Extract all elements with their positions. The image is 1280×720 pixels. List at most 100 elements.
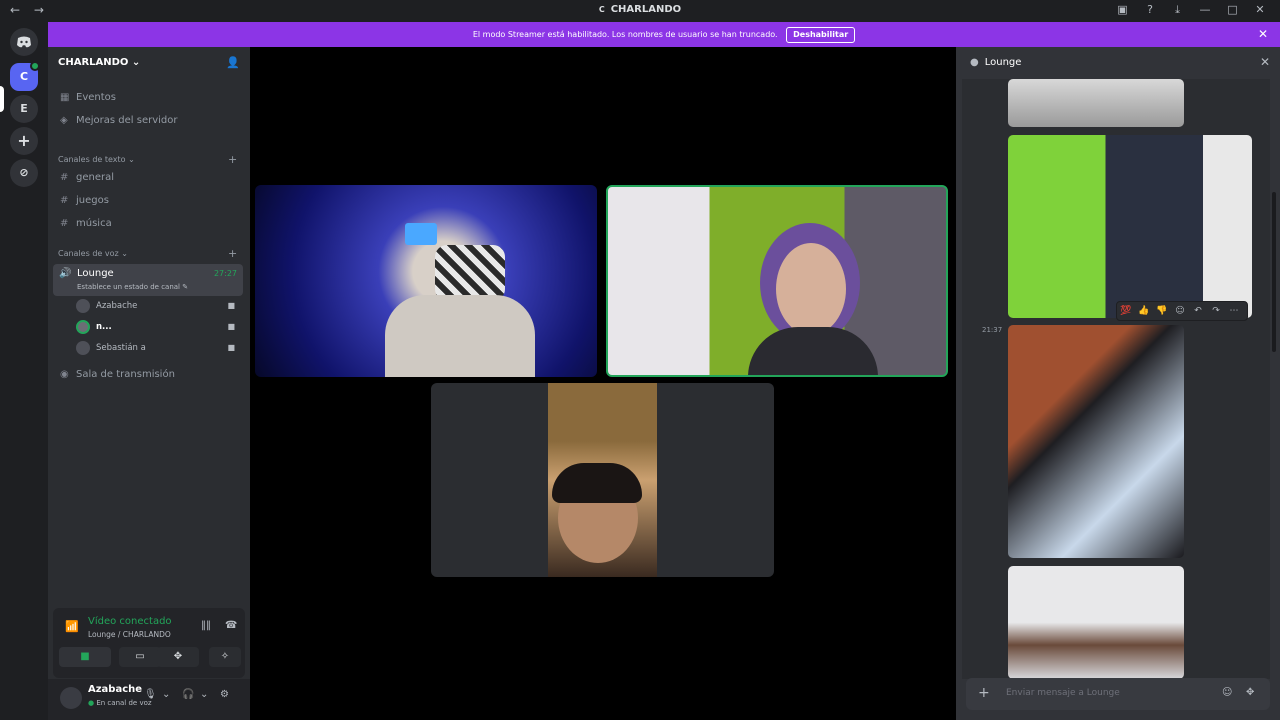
hash-icon: #: [60, 172, 69, 183]
add-attachment-icon[interactable]: +: [978, 685, 990, 701]
add-voice-channel-icon[interactable]: +: [228, 247, 237, 260]
voice-user-name: n...: [96, 322, 112, 332]
minimize-icon[interactable]: —: [1193, 3, 1217, 16]
emoji-icon[interactable]: ☺: [1222, 687, 1232, 698]
inbox-icon[interactable]: ▣: [1111, 3, 1135, 16]
user-status-text: En canal de voz: [96, 699, 152, 707]
speaker-icon: 🔊: [59, 268, 72, 279]
attachment-image[interactable]: [1008, 566, 1184, 679]
download-icon[interactable]: ⤓: [1166, 3, 1190, 17]
boosts-label: Mejoras del servidor: [76, 115, 178, 126]
lounge-timer: 27:27: [213, 269, 237, 278]
avatar[interactable]: [60, 687, 82, 709]
microphone-icon[interactable]: 🎙: [144, 689, 157, 700]
disable-streamer-button[interactable]: Deshabilitar: [786, 27, 856, 43]
voice-channels-category[interactable]: Canales de voz ⌄ +: [58, 247, 237, 260]
text-channels-category[interactable]: Canales de texto ⌄ +: [58, 153, 237, 166]
voice-channel-lounge[interactable]: 🔊 Lounge 27:27 Establece un estado de ca…: [53, 264, 243, 296]
channel-stage[interactable]: ◉ Sala de transmisión: [54, 365, 244, 385]
video-stage: [250, 47, 956, 720]
explore-glyph: ⊘: [19, 166, 29, 179]
add-reaction-icon[interactable]: ☺: [1171, 302, 1189, 320]
explore-icon[interactable]: ⊘: [10, 159, 38, 187]
avatar: [76, 340, 90, 355]
voice-user-name: Sebastián a: [96, 343, 146, 353]
hash-icon: #: [60, 218, 69, 229]
voice-user[interactable]: n... ■: [76, 318, 241, 336]
chat-bubble-icon: ●: [970, 57, 979, 68]
maximize-icon[interactable]: □: [1221, 3, 1245, 16]
pencil-icon: ✎: [182, 283, 189, 291]
channel-sidebar: CHARLANDO ⌄ 👤 ▦ Eventos ◈ Mejoras del serv…: [48, 47, 250, 720]
server-e[interactable]: E: [10, 95, 38, 123]
close-chat-icon[interactable]: ✕: [1260, 55, 1270, 69]
cap-shape: [435, 245, 505, 301]
chevron-down-icon[interactable]: ⌄: [200, 689, 208, 700]
lounge-name: Lounge: [77, 268, 114, 279]
attachment-image[interactable]: [1008, 325, 1184, 558]
title-bar: ← → C CHARLANDO ▣ ? ⤓ — □ ✕: [0, 0, 1280, 22]
hash-icon: #: [60, 195, 69, 206]
forward-icon[interactable]: ↷: [1207, 302, 1225, 320]
chat-panel: ● Lounge ✕ 💯 👍 👎 ☺ ↶ ↷ ⋯ 21:37 + Enviar mensaje…: [956, 47, 1280, 720]
events-label: Eventos: [76, 92, 116, 103]
help-icon[interactable]: ?: [1138, 3, 1162, 16]
channel-general[interactable]: # general: [54, 168, 244, 188]
message-actions-bar: 💯 👍 👎 ☺ ↶ ↷ ⋯: [1116, 301, 1248, 321]
live-badge: [30, 61, 40, 71]
message-feed[interactable]: 💯 👍 👎 ☺ ↶ ↷ ⋯ 21:37: [962, 79, 1270, 679]
add-text-channel-icon[interactable]: +: [228, 153, 237, 166]
camera-icon: ■: [227, 301, 235, 310]
hair-shape: [552, 463, 642, 503]
video-tile-streamer[interactable]: [255, 185, 597, 377]
thumbs-down-icon[interactable]: 👎: [1153, 302, 1171, 320]
channel-status[interactable]: Establece un estado de canal ✎: [77, 283, 188, 291]
channel-general-label: general: [76, 172, 115, 183]
message-input[interactable]: Enviar mensaje a Lounge: [1006, 688, 1120, 698]
reply-icon[interactable]: ↶: [1189, 302, 1207, 320]
camera-icon: ■: [227, 343, 235, 352]
chevron-down-icon[interactable]: ⌄: [162, 689, 170, 700]
voice-connected-subtitle[interactable]: Lounge / CHARLANDO: [88, 630, 171, 639]
invite-icon[interactable]: 👤: [226, 56, 240, 69]
voice-user[interactable]: Sebastián a ■: [76, 339, 241, 357]
channel-musica-label: música: [76, 218, 112, 229]
discord-home-icon[interactable]: [10, 28, 38, 56]
add-server-icon[interactable]: +: [10, 127, 38, 155]
server-header[interactable]: CHARLANDO ⌄ 👤: [48, 47, 250, 79]
text-category-label: Canales de texto: [58, 155, 126, 164]
server-charlando-label: C: [19, 70, 29, 83]
shirt-shape: [748, 327, 878, 375]
headphones-icon[interactable]: 🎧: [182, 689, 194, 700]
active-server-pill: [0, 86, 4, 112]
close-window-icon[interactable]: ✕: [1248, 3, 1272, 16]
reaction-100-icon[interactable]: 💯: [1117, 302, 1135, 320]
gear-icon[interactable]: ⚙: [220, 689, 229, 700]
attachment-image[interactable]: [1008, 135, 1252, 318]
activities-button[interactable]: ✥: [157, 647, 199, 667]
server-charlando[interactable]: C: [10, 61, 40, 91]
server-icon: C: [598, 5, 605, 14]
close-banner-icon[interactable]: ✕: [1258, 22, 1268, 47]
sidebar-item-boosts[interactable]: ◈ Mejoras del servidor: [54, 111, 244, 131]
disconnect-icon[interactable]: ☎: [225, 620, 237, 631]
thumbs-up-icon[interactable]: 👍: [1135, 302, 1153, 320]
chat-scrollbar[interactable]: [1272, 192, 1276, 352]
video-tile-speaking[interactable]: [606, 185, 948, 377]
more-icon[interactable]: ⋯: [1225, 302, 1243, 320]
monitor-light: [405, 223, 437, 245]
voice-status-icon: ●: [88, 699, 95, 707]
camera-icon: ■: [227, 322, 235, 331]
camera-button[interactable]: ■: [59, 647, 111, 667]
channel-juegos[interactable]: # juegos: [54, 191, 244, 211]
channel-musica[interactable]: # música: [54, 214, 244, 234]
voice-user[interactable]: Azabache ■: [76, 297, 241, 315]
soundboard-button[interactable]: ✧: [209, 647, 241, 667]
sidebar-item-events[interactable]: ▦ Eventos: [54, 88, 244, 108]
message-composer[interactable]: + Enviar mensaje a Lounge ☺ ✥: [966, 678, 1270, 710]
video-tile-phone[interactable]: [431, 383, 774, 577]
attachment-image[interactable]: [1008, 79, 1184, 127]
apps-icon[interactable]: ✥: [1246, 687, 1254, 698]
noise-suppression-icon[interactable]: ‖‖: [201, 620, 211, 631]
screen-share-button[interactable]: ▭: [119, 647, 161, 667]
